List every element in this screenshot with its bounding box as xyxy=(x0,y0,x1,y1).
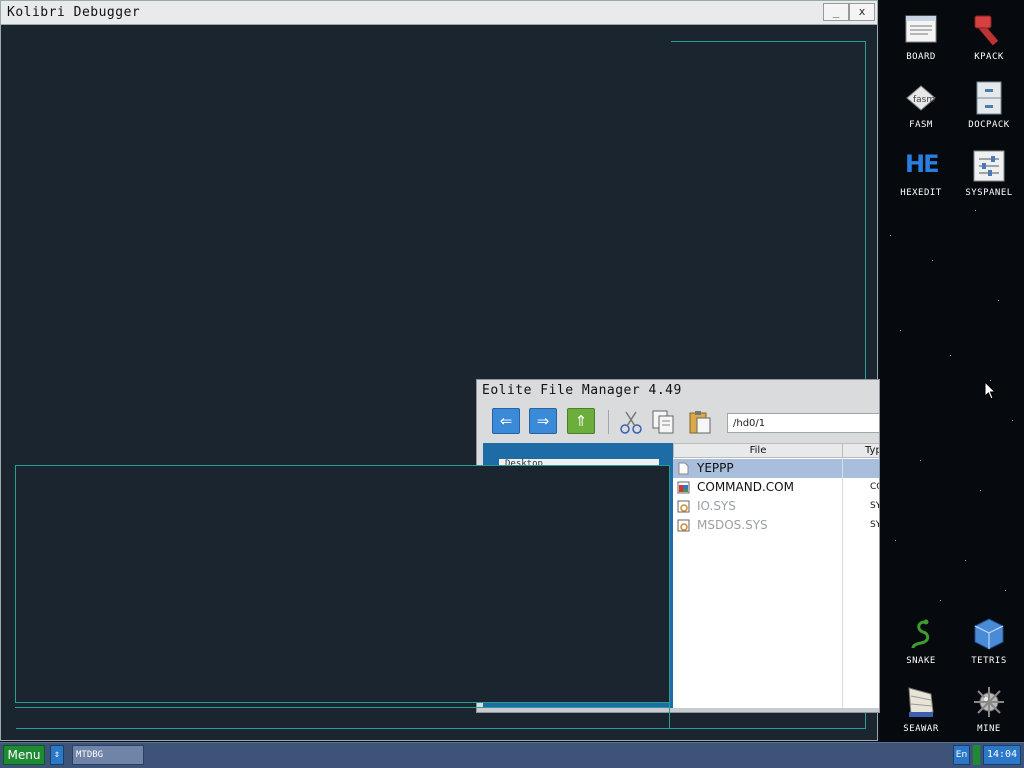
debugger-panel-bottom-outline xyxy=(16,728,866,729)
desktop-icon-syspanel[interactable]: SYSPANEL xyxy=(955,148,1023,198)
file-list: File Typ YEPPP COMMAND.COM CO IO.SYS SY … xyxy=(673,443,879,709)
column-header-type[interactable]: Typ xyxy=(842,443,879,458)
debugger-overlay-vline xyxy=(669,465,670,728)
file-row[interactable]: MSDOS.SYS SY xyxy=(673,516,879,535)
file-type: SY xyxy=(870,520,879,530)
column-header-file[interactable]: File xyxy=(673,443,843,458)
hexedit-icon: HE xyxy=(905,150,940,178)
eolite-statusbar xyxy=(477,708,879,712)
toolbar-divider xyxy=(608,410,609,434)
desktop-icon-docpack[interactable]: DOCPACK xyxy=(955,80,1023,130)
desktop-icon-mine[interactable]: MINE xyxy=(955,684,1023,734)
debugger-titlebar[interactable]: Kolibri Debugger _ x xyxy=(1,1,877,25)
file-type: SY xyxy=(870,501,879,511)
debugger-overlay-line xyxy=(15,707,670,708)
file-type: CO xyxy=(870,482,879,492)
file-row[interactable]: COMMAND.COM CO xyxy=(673,478,879,497)
paste-icon xyxy=(689,411,711,434)
file-name: IO.SYS xyxy=(697,499,736,513)
arrow-up-icon: ⇑ xyxy=(574,412,588,430)
column-divider xyxy=(842,458,843,709)
file-row[interactable]: IO.SYS SY xyxy=(673,497,879,516)
up-button[interactable]: ⇑ xyxy=(567,408,595,434)
snake-icon xyxy=(903,616,939,652)
taskbar: Menu ⇕ MTDBG En 14:04 xyxy=(0,742,1024,768)
system-file-icon xyxy=(677,519,690,532)
desktop-icon-fasm[interactable]: fasm FASM xyxy=(887,80,955,130)
desktop-icon-hexedit[interactable]: HE HEXEDIT xyxy=(887,148,955,198)
path-input[interactable]: /hd0/1 xyxy=(727,413,879,433)
tetris-icon xyxy=(971,616,1007,652)
desktop-icon-snake[interactable]: SNAKE xyxy=(887,616,955,666)
cut-button[interactable] xyxy=(618,409,644,435)
svg-text:fasm: fasm xyxy=(913,95,935,105)
activity-indicator xyxy=(973,745,980,765)
paste-button[interactable] xyxy=(687,409,713,435)
minimize-icon: _ xyxy=(832,5,840,18)
board-icon xyxy=(903,12,939,48)
syspanel-icon xyxy=(971,148,1007,184)
file-name: COMMAND.COM xyxy=(697,480,794,494)
docpack-icon xyxy=(971,80,1007,116)
close-button[interactable]: x xyxy=(849,3,875,21)
debugger-title: Kolibri Debugger xyxy=(7,5,141,20)
desktop-icon-tetris[interactable]: TETRIS xyxy=(955,616,1023,666)
copy-button[interactable] xyxy=(650,409,676,435)
switch-windows-button[interactable]: ⇕ xyxy=(50,745,64,765)
seawar-icon xyxy=(903,684,939,720)
file-icon xyxy=(678,462,689,475)
desktop-icon-seawar[interactable]: SEAWAR xyxy=(887,684,955,734)
menu-button[interactable]: Menu xyxy=(3,745,45,765)
scissors-icon xyxy=(620,411,642,434)
language-indicator[interactable]: En xyxy=(953,745,970,765)
file-name: YEPPP xyxy=(697,461,734,475)
eolite-title[interactable]: Eolite File Manager 4.49 xyxy=(482,383,682,398)
taskbar-item-mtdbg[interactable]: MTDBG xyxy=(72,745,144,765)
file-name: MSDOS.SYS xyxy=(697,518,768,532)
mouse-cursor-icon xyxy=(984,381,997,400)
arrow-right-icon: ⇒ xyxy=(536,412,550,430)
arrow-left-icon: ⇐ xyxy=(499,412,513,430)
debugger-overlay-panel xyxy=(15,465,670,703)
kpack-icon xyxy=(971,12,1007,48)
file-row[interactable]: YEPPP xyxy=(673,459,879,478)
system-file-icon xyxy=(677,500,690,513)
minimize-button[interactable]: _ xyxy=(823,3,849,21)
executable-icon xyxy=(677,481,690,494)
clock[interactable]: 14:04 xyxy=(983,745,1021,765)
desktop-icon-board[interactable]: BOARD xyxy=(887,12,955,62)
mine-icon xyxy=(971,684,1007,720)
fasm-icon: fasm xyxy=(903,80,939,116)
close-icon: x xyxy=(858,5,866,18)
back-button[interactable]: ⇐ xyxy=(492,408,520,434)
desktop-icon-kpack[interactable]: KPACK xyxy=(955,12,1023,62)
copy-icon xyxy=(652,410,674,434)
forward-button[interactable]: ⇒ xyxy=(529,408,557,434)
debugger-panel-top-outline xyxy=(671,41,866,42)
